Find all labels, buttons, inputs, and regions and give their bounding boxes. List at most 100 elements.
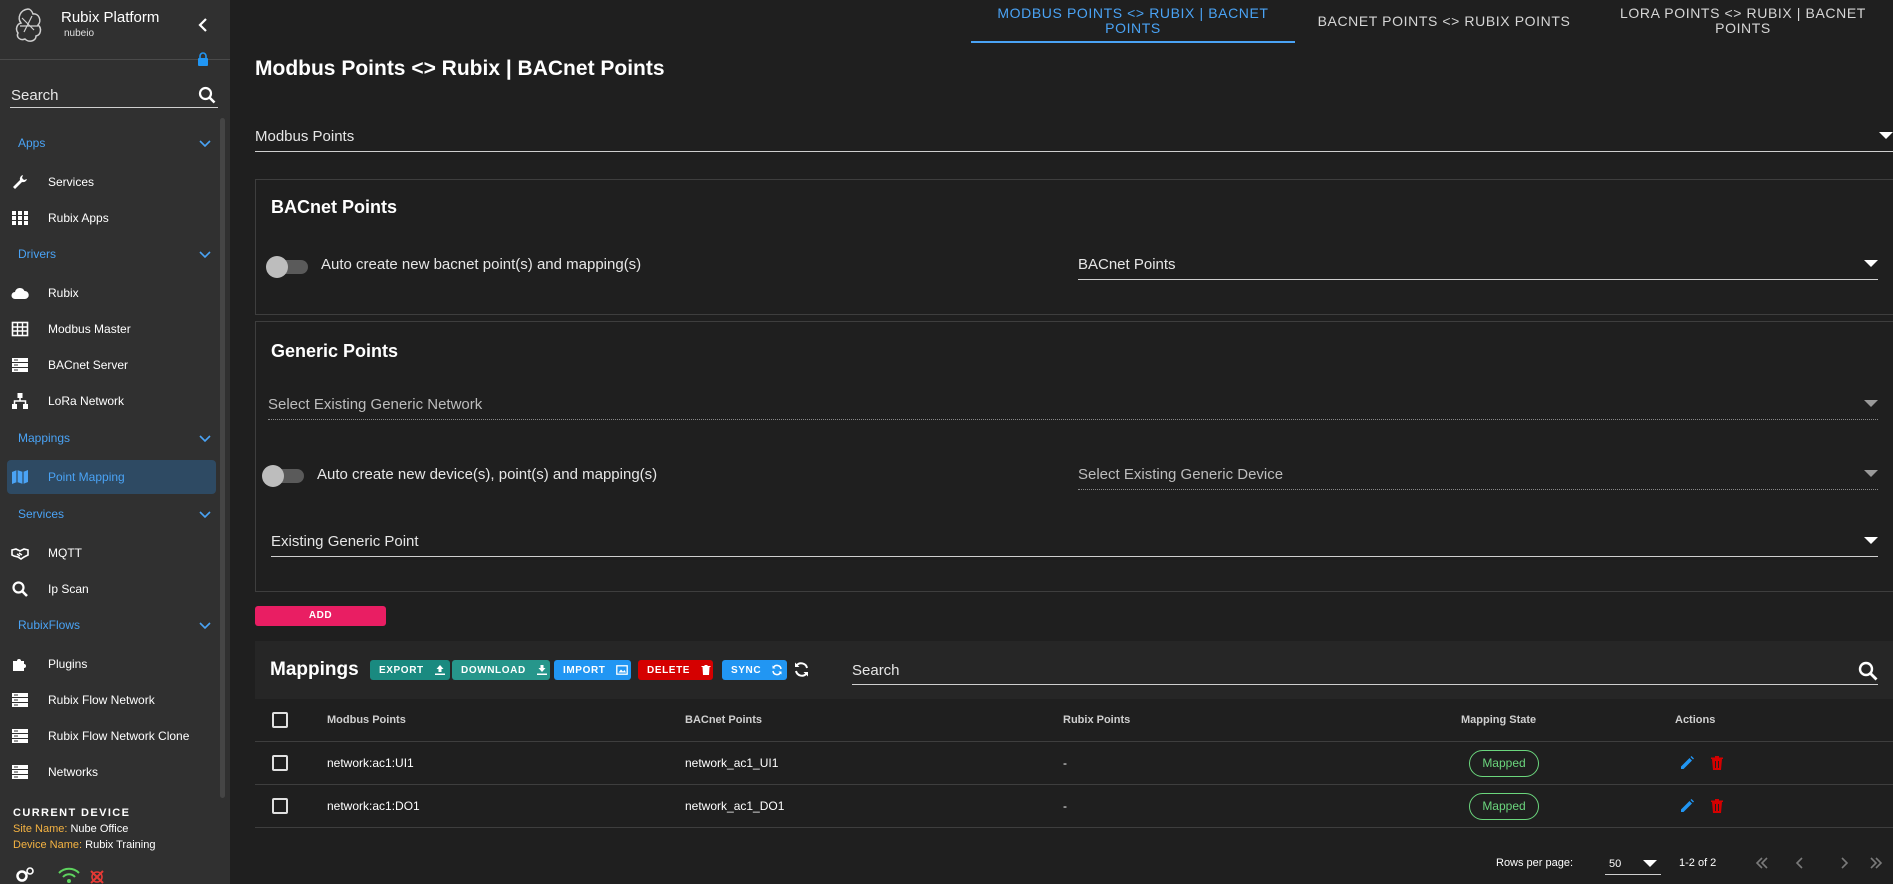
server-icon	[12, 765, 28, 779]
column-header-modbus[interactable]: Modbus Points	[327, 714, 406, 726]
generic-network-select-value: Select Existing Generic Network	[268, 396, 483, 413]
cell-modbus: network:ac1:DO1	[327, 799, 420, 813]
column-header-state[interactable]: Mapping State	[1461, 714, 1536, 726]
bacnet-points-select[interactable]: BACnet Points	[1078, 250, 1878, 280]
page-title: Modbus Points <> Rubix | BACnet Points	[255, 57, 665, 80]
generic-network-select[interactable]: Select Existing Generic Network	[268, 390, 1878, 420]
server-icon	[12, 358, 28, 372]
download-button[interactable]: DOWNLOAD	[452, 660, 550, 680]
export-button[interactable]: EXPORT	[370, 660, 450, 680]
sidebar-group-rubixflows[interactable]: RubixFlows	[18, 618, 80, 632]
server-icon	[12, 729, 28, 743]
puzzle-icon	[13, 659, 26, 671]
column-header-bacnet[interactable]: BACnet Points	[685, 714, 762, 726]
tab-lora-bacnet[interactable]: LORA POINTS <> RUBIX | BACNET POINTS	[1594, 0, 1892, 42]
search-icon	[12, 581, 28, 597]
generic-point-select[interactable]: Existing Generic Point	[271, 527, 1878, 557]
rows-per-page-label: Rows per page:	[1496, 857, 1574, 869]
sidebar-group-services[interactable]: Services	[18, 507, 64, 521]
sidebar-item-label: Plugins	[48, 657, 88, 671]
site-name-label: Site Name:	[13, 823, 68, 835]
sidebar-item-services[interactable]: Services	[7, 165, 216, 199]
search-icon[interactable]	[1858, 661, 1878, 681]
chevron-down-icon[interactable]	[199, 511, 211, 519]
auto-create-generic-toggle[interactable]	[262, 463, 306, 487]
trash-icon[interactable]	[1709, 798, 1725, 814]
row-checkbox[interactable]	[272, 755, 288, 771]
status-icons	[16, 867, 104, 884]
auto-create-bacnet-toggle[interactable]	[266, 254, 310, 278]
edit-icon[interactable]	[1679, 798, 1695, 814]
last-page-icon[interactable]	[1869, 856, 1883, 870]
chevron-down-icon[interactable]	[199, 435, 211, 443]
search-icon[interactable]	[198, 86, 216, 104]
trash-icon[interactable]	[1709, 755, 1725, 771]
sidebar-group-apps[interactable]: Apps	[18, 136, 45, 150]
sidebar-item-plugins[interactable]: Plugins	[7, 647, 216, 681]
handshake-icon	[11, 548, 29, 560]
download-button-label: DOWNLOAD	[461, 664, 526, 676]
select-all-checkbox[interactable]	[272, 712, 288, 728]
prev-page-icon[interactable]	[1793, 856, 1807, 870]
sidebar-item-ip-scan[interactable]: Ip Scan	[7, 572, 216, 606]
chevron-down-icon[interactable]	[199, 251, 211, 259]
column-header-rubix[interactable]: Rubix Points	[1063, 714, 1130, 726]
sidebar-item-rubix-flow-network[interactable]: Rubix Flow Network	[7, 683, 216, 717]
dropdown-caret-icon	[1864, 537, 1878, 544]
sidebar-item-networks[interactable]: Networks	[7, 755, 216, 789]
sidebar-item-rubix-apps[interactable]: Rubix Apps	[7, 201, 216, 235]
sidebar-item-label: Point Mapping	[48, 470, 125, 484]
tab-modbus-bacnet[interactable]: MODBUS POINTS <> RUBIX | BACNET POINTS	[971, 0, 1295, 43]
sidebar-item-label: Rubix	[48, 286, 79, 300]
modbus-points-select[interactable]: Modbus Points	[255, 122, 1893, 152]
sidebar-group-mappings[interactable]: Mappings	[18, 431, 70, 445]
lock-icon[interactable]	[197, 52, 209, 66]
generic-point-select-value: Existing Generic Point	[271, 533, 419, 550]
mappings-search[interactable]: Search	[852, 655, 1878, 685]
sidebar-item-rubix[interactable]: Rubix	[7, 276, 216, 310]
chevron-down-icon[interactable]	[199, 140, 211, 148]
trash-icon	[701, 665, 711, 675]
sidebar-item-mqtt[interactable]: MQTT	[7, 536, 216, 570]
edit-icon[interactable]	[1679, 755, 1695, 771]
status-badge: Mapped	[1469, 793, 1539, 820]
import-button[interactable]: IMPORT	[554, 660, 631, 680]
sidebar-item-rubix-flow-network-clone[interactable]: Rubix Flow Network Clone	[7, 719, 216, 753]
mappings-title: Mappings	[270, 659, 359, 680]
brand-title: Rubix Platform	[61, 9, 160, 26]
next-page-icon[interactable]	[1837, 856, 1851, 870]
row-checkbox[interactable]	[272, 798, 288, 814]
sync-button[interactable]: SYNC	[722, 660, 787, 680]
sidebar-item-label: Ip Scan	[48, 582, 89, 596]
cell-rubix: -	[1063, 756, 1067, 770]
mappings-search-input[interactable]: Search	[852, 662, 900, 679]
delete-button[interactable]: DELETE	[638, 660, 713, 680]
generic-device-select-value: Select Existing Generic Device	[1078, 466, 1284, 483]
sidebar-item-point-mapping[interactable]: Point Mapping	[7, 460, 216, 494]
sidebar-item-lora-network[interactable]: LoRa Network	[7, 384, 216, 418]
sidebar-search[interactable]: Search	[10, 82, 218, 108]
add-button[interactable]: ADD	[255, 606, 386, 626]
sidebar-item-bacnet-server[interactable]: BACnet Server	[7, 348, 216, 382]
first-page-icon[interactable]	[1755, 856, 1769, 870]
dropdown-caret-icon	[1864, 470, 1878, 477]
chevron-left-icon[interactable]	[196, 16, 210, 34]
rows-per-page-select[interactable]: 50	[1605, 853, 1661, 875]
table-header: Modbus Points BACnet Points Rubix Points…	[255, 699, 1893, 742]
sidebar-item-label: Rubix Flow Network	[48, 693, 155, 707]
tab-bacnet-rubix[interactable]: BACNET POINTS <> RUBIX POINTS	[1300, 0, 1588, 42]
disconnect-icon	[90, 870, 104, 884]
sidebar-item-label: Rubix Flow Network Clone	[48, 729, 190, 743]
sidebar-group-drivers[interactable]: Drivers	[18, 247, 56, 261]
sidebar-item-modbus-master[interactable]: Modbus Master	[7, 312, 216, 346]
generic-device-select[interactable]: Select Existing Generic Device	[1078, 460, 1878, 490]
chevron-down-icon[interactable]	[199, 622, 211, 630]
bacnet-points-select-value: BACnet Points	[1078, 256, 1176, 273]
map-icon	[12, 470, 28, 484]
dropdown-caret-icon	[1879, 132, 1893, 139]
server-icon	[12, 693, 28, 707]
sidebar-scrollbar[interactable]	[220, 118, 225, 798]
sidebar-search-input[interactable]: Search	[11, 87, 59, 104]
refresh-icon[interactable]	[793, 661, 810, 678]
upload-icon	[434, 665, 445, 675]
